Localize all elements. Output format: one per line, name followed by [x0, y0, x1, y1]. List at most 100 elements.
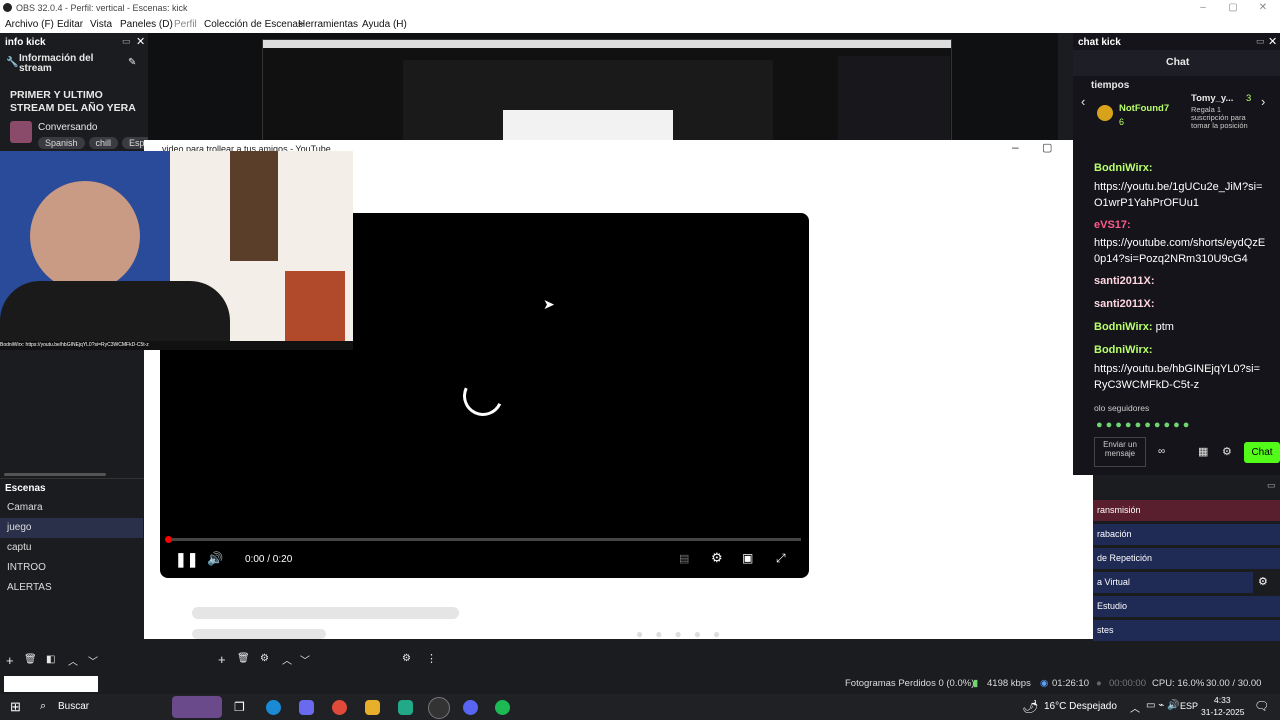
virtual-camera-button[interactable]: a Virtual: [1093, 572, 1253, 593]
menu-perfil[interactable]: Perfil: [174, 16, 197, 33]
chat-username[interactable]: eVS17:: [1094, 219, 1131, 231]
scene-item[interactable]: ALERTAS: [0, 578, 143, 598]
source-down-icon[interactable]: ﹀: [300, 652, 310, 667]
menu-archivo[interactable]: Archivo (F): [5, 16, 54, 33]
store-icon[interactable]: ▦: [1198, 445, 1208, 458]
weather-text[interactable]: 16°C Despejado: [1044, 701, 1117, 712]
theater-mode-button[interactable]: ▣: [742, 551, 753, 565]
maximize-button[interactable]: ▢: [1218, 0, 1248, 16]
studio-mode-button[interactable]: Estudio: [1093, 596, 1280, 617]
scene-item-selected[interactable]: juego: [0, 518, 143, 538]
chat-link[interactable]: https://youtu.be/hbGINEjqYL0?si=RyC3WCMF…: [1094, 361, 1264, 393]
yt-minimize-button[interactable]: –: [1012, 140, 1019, 154]
chat-username[interactable]: santi2011X:: [1094, 298, 1155, 310]
chevron-left-icon[interactable]: ‹: [1081, 94, 1085, 109]
dock-float-icon[interactable]: ▭: [1267, 480, 1276, 491]
progress-handle[interactable]: [165, 536, 172, 543]
mixer-settings-icon[interactable]: ⚙: [402, 653, 411, 664]
menu-ayuda[interactable]: Ayuda (H): [362, 16, 407, 33]
edge-icon[interactable]: [266, 700, 281, 715]
followers-only-label: olo seguidores: [1094, 403, 1150, 413]
menu-herramientas[interactable]: Herramientas: [298, 16, 358, 33]
tray-chevron-icon[interactable]: ︿: [1130, 700, 1140, 715]
mini-window-preview[interactable]: [4, 676, 98, 692]
menu-coleccion[interactable]: Colección de Escenas: [204, 16, 303, 33]
start-streaming-button[interactable]: ransmisión: [1093, 500, 1280, 521]
weather-icon: 🌶: [1022, 699, 1039, 714]
source-settings-icon[interactable]: ⚙: [260, 653, 269, 664]
scene-item[interactable]: Camara: [0, 498, 143, 518]
scene-item[interactable]: captu: [0, 538, 143, 558]
captions-button[interactable]: ▤: [679, 552, 689, 565]
notification-icon[interactable]: 🗨: [1254, 699, 1269, 713]
chat-dock-title: chat kick: [1078, 37, 1121, 48]
horizontal-scrollbar[interactable]: [4, 473, 106, 476]
progress-track[interactable]: [168, 538, 801, 541]
replay-buffer-button[interactable]: de Repetición: [1093, 548, 1280, 569]
tag-chill[interactable]: chill: [88, 137, 119, 149]
add-source-icon[interactable]: +: [218, 652, 226, 667]
infinity-icon[interactable]: ∞: [1158, 446, 1165, 457]
menu-paneles[interactable]: Paneles (D): [120, 16, 173, 33]
task-view-icon[interactable]: ❐: [234, 700, 245, 714]
chat-username[interactable]: santi2011X:: [1094, 275, 1155, 287]
filter-scene-icon[interactable]: ◧: [46, 654, 55, 665]
menu-vista[interactable]: Vista: [90, 16, 112, 33]
chat-username[interactable]: BodniWirx:: [1094, 321, 1153, 333]
remove-scene-icon[interactable]: 🗑: [24, 654, 37, 665]
nested-preview-screen: [262, 39, 952, 142]
fullscreen-button[interactable]: ⤢: [776, 551, 786, 566]
settings-gear-icon[interactable]: ⚙: [711, 550, 723, 566]
dock-float-icon[interactable]: ▭: [122, 36, 131, 47]
wrench-icon: 🔧: [6, 57, 19, 68]
taskbar-search[interactable]: Buscar: [58, 701, 89, 712]
remove-source-icon[interactable]: 🗑: [237, 653, 250, 664]
clock-date[interactable]: 31-12-2025: [1201, 707, 1244, 717]
more-options-icon[interactable]: ⋮: [426, 652, 437, 665]
dock-close-icon[interactable]: ✕: [1268, 35, 1277, 48]
preview-canvas[interactable]: [148, 33, 1058, 142]
move-up-icon[interactable]: ︿: [68, 653, 78, 668]
chat-username[interactable]: BodniWirx:: [1094, 162, 1153, 174]
dock-float-icon[interactable]: ▭: [1256, 36, 1265, 47]
obs-taskbar-icon[interactable]: [428, 697, 450, 719]
chat-link[interactable]: https://youtube.com/shorts/eydQzE0p14?si…: [1094, 235, 1266, 267]
scene-item[interactable]: INTROO: [0, 558, 143, 578]
pause-button[interactable]: ❚❚: [175, 551, 198, 568]
copilot-icon[interactable]: [299, 700, 314, 715]
file-explorer-icon[interactable]: [365, 700, 380, 715]
discord-icon[interactable]: [463, 700, 478, 715]
edit-pencil-icon[interactable]: ✎: [128, 57, 136, 68]
source-up-icon[interactable]: ︿: [282, 652, 292, 667]
close-button[interactable]: ✕: [1248, 0, 1278, 16]
yt-maximize-button[interactable]: ▢: [1042, 141, 1052, 154]
send-chat-button[interactable]: Chat: [1244, 442, 1280, 463]
emote-bar[interactable]: ●●●●●●●●●●: [1096, 419, 1266, 433]
virtual-camera-settings-icon[interactable]: ⚙: [1258, 575, 1268, 588]
volume-button[interactable]: 🔊: [207, 551, 223, 567]
dock-close-icon[interactable]: ✕: [136, 35, 145, 48]
chat-input[interactable]: Enviar un mensaje: [1094, 437, 1146, 467]
scenes-dock: Escenas Camara juego captu INTROO ALERTA…: [0, 478, 150, 674]
chrome-icon[interactable]: [332, 700, 347, 715]
title-bar: OBS 32.0.4 - Perfil: vertical - Escenas:…: [0, 0, 1280, 16]
chat-message: BodniWirx:: [1094, 162, 1153, 174]
chat-link[interactable]: https://youtu.be/1gUCu2e_JiM?si=O1wrP1Ya…: [1094, 179, 1264, 211]
tray-icons[interactable]: ▭ ⌁ 🔊: [1146, 700, 1179, 711]
spotify-icon[interactable]: [495, 700, 510, 715]
windows-start-icon[interactable]: ⊞: [10, 699, 21, 715]
minimize-button[interactable]: –: [1188, 0, 1218, 16]
tag-spanish[interactable]: Spanish: [38, 137, 85, 149]
app-icon[interactable]: [398, 700, 413, 715]
search-icon[interactable]: ⌕: [40, 700, 46, 713]
chat-username[interactable]: BodniWirx:: [1094, 344, 1153, 356]
move-down-icon[interactable]: ﹀: [88, 653, 98, 668]
chat-settings-icon[interactable]: ⚙: [1222, 445, 1232, 458]
chevron-right-icon[interactable]: ›: [1261, 94, 1265, 109]
add-scene-icon[interactable]: +: [6, 653, 14, 668]
start-recording-button[interactable]: rabación: [1093, 524, 1280, 545]
menu-editar[interactable]: Editar: [57, 16, 83, 33]
settings-button[interactable]: stes: [1093, 620, 1280, 641]
language-indicator[interactable]: ESP: [1180, 701, 1198, 711]
clock-time[interactable]: 4:33: [1214, 695, 1231, 705]
